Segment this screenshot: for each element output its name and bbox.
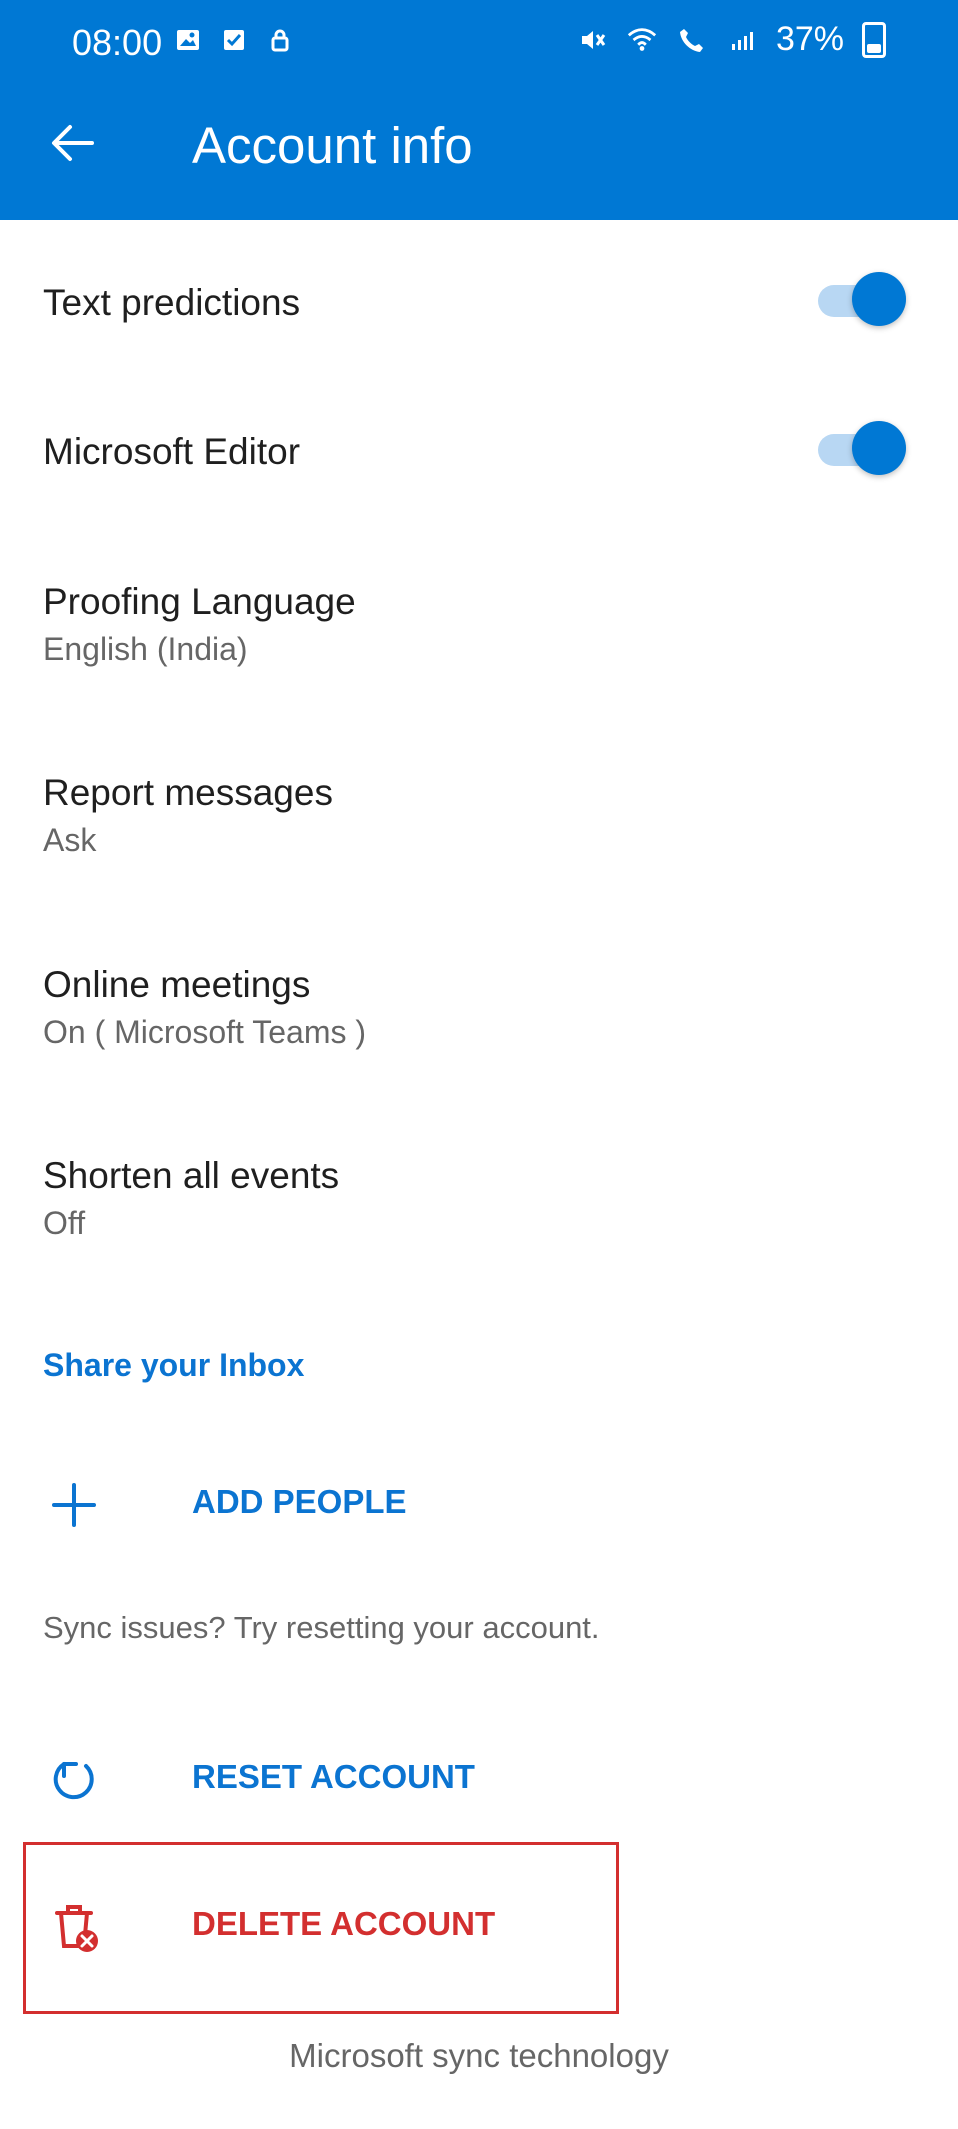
page-title: Account info: [192, 117, 473, 174]
setting-title: Microsoft Editor: [43, 431, 301, 472]
setting-title: Proofing Language: [43, 581, 356, 622]
sync-note: Sync issues? Try resetting your account.: [43, 1610, 600, 1645]
setting-title: Shorten all events: [43, 1155, 340, 1196]
checkbox-icon: [218, 24, 250, 56]
setting-title: Text predictions: [43, 282, 301, 323]
setting-proofing-language[interactable]: Proofing Language English (India): [0, 581, 958, 701]
setting-subtitle: Off: [43, 1205, 86, 1241]
reset-account-label: RESET ACCOUNT: [192, 1758, 475, 1795]
setting-title: Online meetings: [43, 964, 311, 1005]
back-button[interactable]: [38, 108, 108, 178]
app-bar: 08:00 37% Account info: [0, 0, 958, 220]
share-inbox-link[interactable]: Share your Inbox: [43, 1347, 304, 1384]
refresh-icon: [44, 1750, 104, 1810]
footer-note: Microsoft sync technology: [289, 2037, 669, 2074]
toggle-switch[interactable]: [818, 421, 906, 479]
battery-percent: 37%: [775, 20, 844, 58]
reset-account-button[interactable]: RESET ACCOUNT: [0, 1730, 958, 1830]
arrow-left-icon: [52, 125, 94, 161]
setting-subtitle: Ask: [43, 822, 97, 858]
image-icon: [172, 24, 204, 56]
setting-report-messages[interactable]: Report messages Ask: [0, 772, 958, 892]
setting-microsoft-editor[interactable]: Microsoft Editor: [0, 421, 958, 526]
status-left-icons: [172, 24, 296, 56]
wifi-icon: [626, 24, 658, 56]
setting-title: Report messages: [43, 772, 333, 813]
setting-online-meetings[interactable]: Online meetings On ( Microsoft Teams ): [0, 964, 958, 1084]
setting-subtitle: On ( Microsoft Teams ): [43, 1014, 367, 1050]
delete-account-highlight: [23, 1842, 619, 2014]
signal-icon: [726, 24, 758, 56]
plus-icon: [44, 1475, 104, 1535]
setting-text-predictions[interactable]: Text predictions: [0, 272, 958, 377]
toggle-switch[interactable]: [818, 272, 906, 330]
lock-icon: [264, 24, 296, 56]
mute-icon: [576, 24, 608, 56]
status-right: 37%: [576, 20, 886, 59]
add-people-label: ADD PEOPLE: [192, 1483, 407, 1520]
setting-subtitle: English (India): [43, 631, 248, 667]
call-icon: [676, 24, 708, 56]
status-bar: 08:00 37%: [0, 0, 958, 90]
battery-icon: [862, 21, 886, 58]
add-people-button[interactable]: ADD PEOPLE: [0, 1455, 958, 1555]
setting-shorten-all-events[interactable]: Shorten all events Off: [0, 1155, 958, 1275]
status-time: 08:00: [72, 22, 163, 63]
